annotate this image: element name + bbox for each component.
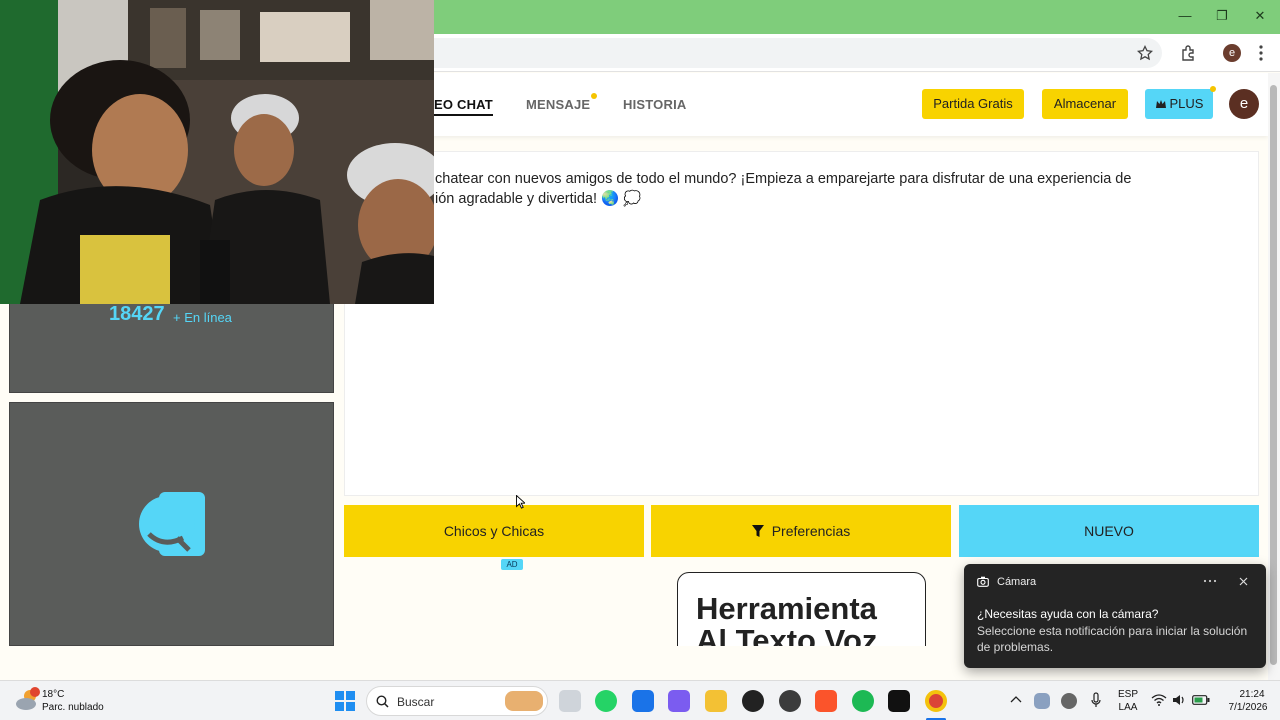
online-card	[9, 303, 334, 393]
filter-icon	[751, 525, 764, 537]
tab-mensaje[interactable]: MENSAJE	[526, 97, 590, 112]
store-icon[interactable]	[632, 690, 654, 712]
new-chat-button[interactable]: NUEVO	[959, 505, 1259, 557]
chatgpt-icon[interactable]	[742, 690, 764, 712]
notification-app-name: Cámara	[997, 576, 1037, 588]
clock-time[interactable]: 21:24	[1232, 689, 1272, 701]
search-icon	[376, 695, 389, 708]
camera-notification[interactable]: Cámara ¿Necesitas ayuda con la cámara? S…	[964, 564, 1266, 668]
camera-icon	[977, 576, 989, 587]
plus-label: PLUS	[1169, 96, 1204, 111]
partner-video-card	[9, 402, 334, 646]
browser-menu-icon[interactable]	[1256, 44, 1266, 62]
volume-icon[interactable]	[1172, 693, 1186, 707]
copilot-icon[interactable]	[668, 690, 690, 712]
tab-historia[interactable]: HISTORIA	[623, 97, 686, 112]
search-placeholder: Buscar	[397, 695, 435, 709]
chrome-icon[interactable]	[925, 690, 947, 712]
chat-panel: chatear con nuevos amigos de todo el mun…	[344, 151, 1259, 496]
search-highlight-icon	[505, 691, 543, 711]
welcome-line-2: ión agradable y divertida! 🌏 💭	[435, 191, 642, 207]
ad-badge: AD	[501, 559, 523, 570]
obs-icon[interactable]	[779, 690, 801, 712]
address-bar[interactable]	[434, 38, 1162, 68]
plus-button[interactable]: PLUS	[1145, 89, 1213, 119]
webcam-picture	[0, 0, 434, 304]
file-explorer-icon[interactable]	[705, 690, 727, 712]
preferences-button[interactable]: Preferencias	[651, 505, 951, 557]
tiktok-icon[interactable]	[888, 690, 910, 712]
scroll-thumb[interactable]	[1270, 85, 1277, 665]
close-notification-icon[interactable]	[1239, 577, 1248, 586]
microphone-icon[interactable]	[1091, 692, 1101, 708]
tray-app-icon[interactable]	[1034, 693, 1050, 709]
ad-title: Herramienta	[696, 591, 877, 626]
weather-cloud-icon[interactable]	[15, 687, 41, 713]
gender-select-button[interactable]: Chicos y Chicas	[344, 505, 644, 557]
browser-profile-avatar[interactable]: e	[1223, 44, 1241, 62]
plus-notification-dot	[1210, 86, 1216, 92]
bookmark-star-icon[interactable]	[1137, 45, 1153, 61]
brave-icon[interactable]	[815, 690, 837, 712]
close-window-button[interactable]: ✕	[1252, 8, 1268, 24]
online-label: + En línea	[173, 310, 232, 325]
restore-button[interactable]: ❐	[1214, 8, 1230, 24]
whatsapp-icon[interactable]	[595, 690, 617, 712]
windows-start-icon[interactable]	[335, 691, 355, 711]
unread-dot	[591, 93, 597, 99]
chevron-up-icon[interactable]	[1010, 695, 1022, 703]
crown-icon	[1155, 100, 1166, 108]
almacenar-button[interactable]: Almacenar	[1042, 89, 1128, 119]
taskbar-search[interactable]: Buscar	[366, 686, 548, 716]
chat-logo-icon	[139, 492, 205, 556]
notification-title: ¿Necesitas ayuda con la cámara?	[977, 607, 1159, 621]
user-avatar[interactable]: e	[1229, 89, 1259, 119]
more-options-icon[interactable]	[1203, 578, 1217, 584]
minimize-button[interactable]: —	[1177, 8, 1193, 24]
weather-temp: 18°C	[42, 689, 65, 700]
wifi-icon[interactable]	[1151, 694, 1167, 706]
onedrive-icon[interactable]	[1061, 693, 1077, 709]
page-scrollbar[interactable]	[1268, 73, 1280, 680]
extensions-icon[interactable]	[1179, 44, 1197, 62]
clock-date[interactable]: 7/1/2026	[1220, 702, 1276, 714]
webcam-overlay	[0, 0, 434, 304]
preferences-label: Preferencias	[771, 523, 851, 539]
online-count: 18427	[109, 303, 165, 325]
task-view-icon[interactable]	[559, 690, 581, 712]
welcome-line-1: chatear con nuevos amigos de todo el mun…	[435, 171, 1132, 187]
welcome-message: chatear con nuevos amigos de todo el mun…	[435, 169, 1245, 209]
notification-body: Seleccione esta notificación para inicia…	[977, 624, 1248, 654]
language-code[interactable]: ESP	[1116, 689, 1140, 701]
windows-taskbar: 18°C Parc. nublado Buscar ESP LAA 21:24 …	[0, 680, 1280, 720]
mouse-cursor-icon	[516, 495, 525, 509]
battery-icon[interactable]	[1192, 694, 1210, 706]
keyboard-layout[interactable]: LAA	[1116, 702, 1140, 714]
tab-video-chat[interactable]: EO CHAT	[434, 97, 493, 116]
spotify-icon[interactable]	[852, 690, 874, 712]
partida-gratis-button[interactable]: Partida Gratis	[922, 89, 1024, 119]
weather-desc: Parc. nublado	[42, 702, 104, 713]
